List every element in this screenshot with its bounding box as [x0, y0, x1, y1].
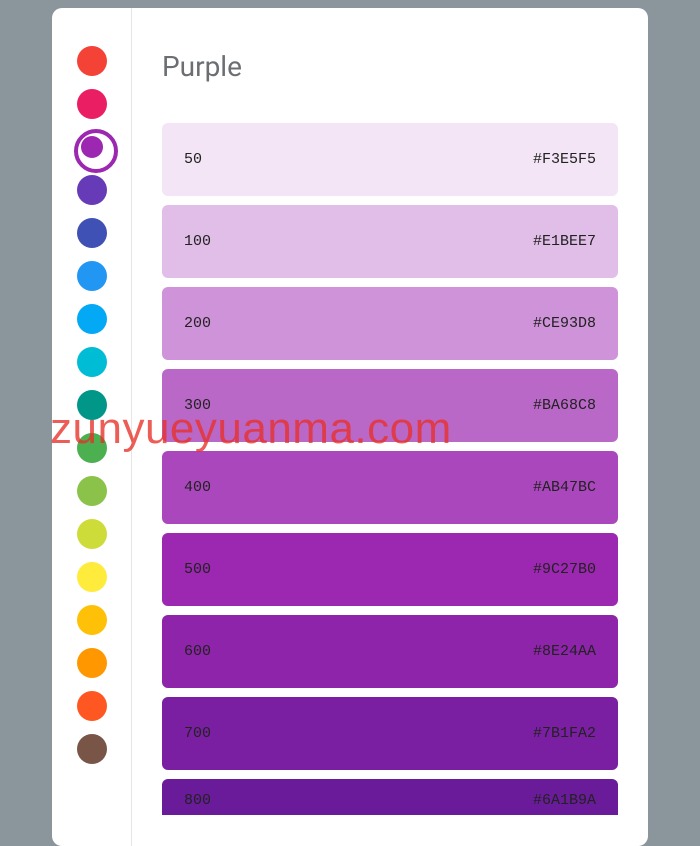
color-dot-green[interactable]: [77, 433, 107, 463]
swatch-row[interactable]: 600 #8E24AA: [162, 615, 618, 688]
color-dot-brown[interactable]: [77, 734, 107, 764]
color-dot-amber[interactable]: [77, 605, 107, 635]
color-sidebar: [52, 8, 132, 846]
swatch-shade: 500: [184, 561, 211, 578]
main-panel: Purple 50 #F3E5F5 100 #E1BEE7 200 #CE93D8 300 #…: [132, 8, 648, 846]
color-dot-indigo[interactable]: [77, 218, 107, 248]
color-dot-yellow[interactable]: [77, 562, 107, 592]
swatch-hex: #E1BEE7: [533, 233, 596, 250]
swatch-hex: #7B1FA2: [533, 725, 596, 742]
swatch-hex: #6A1B9A: [533, 792, 596, 809]
swatch-hex: #BA68C8: [533, 397, 596, 414]
color-dot-pink[interactable]: [77, 89, 107, 119]
swatch-hex: #AB47BC: [533, 479, 596, 496]
swatch-hex: #F3E5F5: [533, 151, 596, 168]
color-dot-deep-purple[interactable]: [77, 175, 107, 205]
color-dot-cyan[interactable]: [77, 347, 107, 377]
color-dot-light-blue[interactable]: [77, 304, 107, 334]
swatch-shade: 300: [184, 397, 211, 414]
swatch-list: 50 #F3E5F5 100 #E1BEE7 200 #CE93D8 300 #BA68C8 4…: [162, 123, 618, 815]
swatch-row[interactable]: 200 #CE93D8: [162, 287, 618, 360]
swatch-row[interactable]: 300 #BA68C8: [162, 369, 618, 442]
color-dot-purple[interactable]: [81, 136, 103, 158]
swatch-shade: 400: [184, 479, 211, 496]
swatch-row[interactable]: 800 #6A1B9A: [162, 779, 618, 815]
swatch-shade: 100: [184, 233, 211, 250]
color-palette-card: Purple 50 #F3E5F5 100 #E1BEE7 200 #CE93D8 300 #…: [52, 8, 648, 846]
swatch-hex: #8E24AA: [533, 643, 596, 660]
swatch-shade: 700: [184, 725, 211, 742]
color-dot-light-green[interactable]: [77, 476, 107, 506]
color-dot-orange[interactable]: [77, 648, 107, 678]
swatch-shade: 50: [184, 151, 202, 168]
palette-title: Purple: [162, 50, 618, 83]
swatch-shade: 200: [184, 315, 211, 332]
color-dot-teal[interactable]: [77, 390, 107, 420]
swatch-row[interactable]: 700 #7B1FA2: [162, 697, 618, 770]
color-dot-deep-orange[interactable]: [77, 691, 107, 721]
color-dot-red[interactable]: [77, 46, 107, 76]
swatch-shade: 800: [184, 792, 211, 809]
swatch-row[interactable]: 50 #F3E5F5: [162, 123, 618, 196]
color-dot-lime[interactable]: [77, 519, 107, 549]
swatch-row[interactable]: 100 #E1BEE7: [162, 205, 618, 278]
swatch-hex: #CE93D8: [533, 315, 596, 332]
color-dot-blue[interactable]: [77, 261, 107, 291]
swatch-row[interactable]: 400 #AB47BC: [162, 451, 618, 524]
swatch-hex: #9C27B0: [533, 561, 596, 578]
swatch-shade: 600: [184, 643, 211, 660]
swatch-row[interactable]: 500 #9C27B0: [162, 533, 618, 606]
